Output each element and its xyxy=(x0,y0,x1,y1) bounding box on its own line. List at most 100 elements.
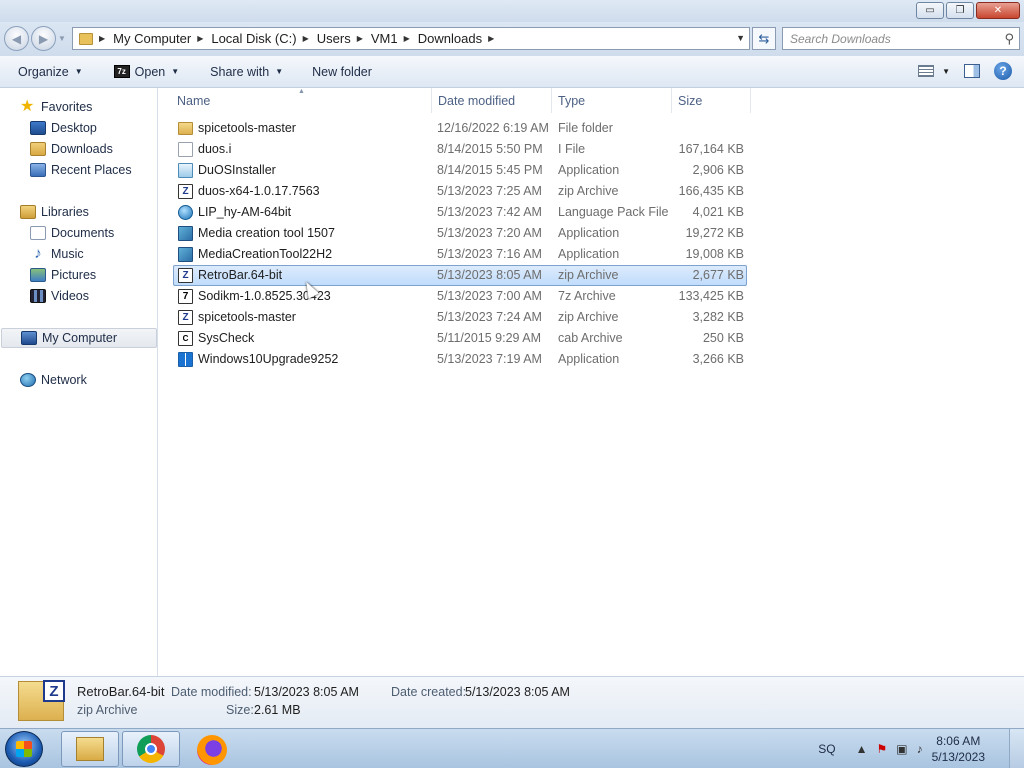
taskbar-chrome-button[interactable] xyxy=(122,731,180,767)
breadcrumb-separator-icon[interactable]: ▶ xyxy=(357,34,363,43)
file-name: DuOSInstaller xyxy=(198,163,276,177)
file-date-modified: 5/13/2023 7:42 AM xyxy=(437,205,542,219)
nav-pictures[interactable]: Pictures xyxy=(30,265,96,285)
volume-icon[interactable]: ♪ xyxy=(917,742,923,756)
breadcrumb-local-disk[interactable]: Local Disk (C:) xyxy=(211,31,296,46)
file-row[interactable]: C SysCheck 5/11/2015 9:29 AM cab Archive 250… xyxy=(173,328,747,349)
change-view-button[interactable]: ▼ xyxy=(918,65,950,77)
details-pane: Z RetroBar.64-bit zip Archive Date modif… xyxy=(0,676,1024,728)
help-icon[interactable]: ? xyxy=(994,62,1012,80)
clock[interactable]: 8:06 AM 5/13/2023 xyxy=(932,733,985,765)
media-tool-icon xyxy=(178,226,193,241)
refresh-button[interactable]: ⇆ xyxy=(752,27,776,50)
window-controls: ▭ ❐ ✕ xyxy=(916,2,1020,19)
column-header-size[interactable]: Size xyxy=(672,88,751,113)
nav-network-label: Network xyxy=(41,373,87,387)
maximize-button[interactable]: ❐ xyxy=(946,2,974,19)
libraries-icon xyxy=(20,205,36,219)
recent-pages-dropdown-icon[interactable]: ▼ xyxy=(58,34,66,43)
file-row[interactable]: duos.i 8/14/2015 5:50 PM I File 167,164 KB xyxy=(173,139,747,160)
network-icon xyxy=(20,373,36,387)
nav-documents-label: Documents xyxy=(51,226,115,240)
file-row[interactable]: Windows10Upgrade9252 5/13/2023 7:19 AM App… xyxy=(173,349,747,370)
nav-music[interactable]: ♪ Music xyxy=(30,244,83,264)
navigation-pane: ★ Favorites Desktop Downloads Recent Plac… xyxy=(0,88,158,676)
details-file-type: zip Archive xyxy=(77,703,138,717)
nav-desktop[interactable]: Desktop xyxy=(30,118,97,138)
file-row[interactable]: spicetools-master 12/16/2022 6:19 AM File … xyxy=(173,118,747,139)
chevron-down-icon: ▼ xyxy=(74,67,83,76)
file-type: zip Archive xyxy=(558,184,619,198)
open-label: Open xyxy=(134,64,166,79)
nav-recent-places[interactable]: Recent Places xyxy=(30,160,132,180)
file-row[interactable]: Zspicetools-master 5/13/2023 7:24 AM zip A… xyxy=(173,307,747,328)
zip-archive-large-icon: Z xyxy=(18,680,65,721)
nav-videos-label: Videos xyxy=(51,289,89,303)
taskbar-explorer-button[interactable] xyxy=(61,731,119,767)
preview-pane-icon[interactable] xyxy=(964,64,980,78)
videos-icon xyxy=(30,289,46,303)
7z-archive-icon: 7 xyxy=(178,289,193,304)
nav-recent-places-label: Recent Places xyxy=(51,163,132,177)
column-header-date-modified[interactable]: Date modified xyxy=(432,88,552,113)
language-indicator[interactable]: SQ xyxy=(818,742,835,756)
breadcrumb-users[interactable]: Users xyxy=(317,31,351,46)
action-center-flag-icon[interactable]: ⚑ xyxy=(877,742,888,756)
address-dropdown-icon[interactable]: ▼ xyxy=(736,33,745,43)
file-name: duos.i xyxy=(198,142,232,156)
organize-label: Organize xyxy=(18,64,69,79)
file-row[interactable]: DuOSInstaller 8/14/2015 5:45 PM Applicatio… xyxy=(173,160,747,181)
address-bar[interactable]: ▶ My Computer ▶ Local Disk (C:) ▶ Users ▶ V… xyxy=(72,27,750,50)
file-name: SysCheck xyxy=(198,331,255,345)
breadcrumb-separator-icon[interactable]: ▶ xyxy=(404,34,410,43)
file-date-modified: 5/13/2023 7:19 AM xyxy=(437,352,542,366)
minimize-button[interactable]: ▭ xyxy=(916,2,944,19)
file-row[interactable]: Zduos-x64-1.0.17.7563 5/13/2023 7:25 AM zi… xyxy=(173,181,747,202)
new-folder-button[interactable]: New folder xyxy=(292,56,381,87)
breadcrumb-separator-icon[interactable]: ▶ xyxy=(303,34,309,43)
file-row[interactable]: 7 Sodikm-1.0.8525.30423 5/13/2023 7:00 AM 7… xyxy=(173,286,747,307)
breadcrumb-downloads[interactable]: Downloads xyxy=(418,31,482,46)
nav-network[interactable]: Network xyxy=(20,370,87,390)
breadcrumb-my-computer[interactable]: My Computer xyxy=(113,31,191,46)
show-desktop-button[interactable] xyxy=(1009,729,1024,768)
file-row[interactable]: Z RetroBar.64-bit 5/13/2023 8:05 AM zip Arc… xyxy=(173,265,747,286)
show-hidden-icons-icon[interactable]: ▲ xyxy=(856,742,868,756)
organize-button[interactable]: Organize ▼ xyxy=(0,56,92,87)
breadcrumb-separator-icon[interactable]: ▶ xyxy=(99,34,105,43)
open-button[interactable]: 7z Open ▼ xyxy=(92,56,189,87)
breadcrumb-separator-icon[interactable]: ▶ xyxy=(488,34,494,43)
nav-videos[interactable]: Videos xyxy=(30,286,89,306)
file-name: MediaCreationTool22H2 xyxy=(198,247,333,261)
close-button[interactable]: ✕ xyxy=(976,2,1020,19)
back-arrow-icon: ◀ xyxy=(11,31,22,46)
nav-libraries[interactable]: Libraries xyxy=(20,202,89,222)
file-size: 133,425 KB xyxy=(678,289,744,303)
file-row[interactable]: LIP_hy-AM-64bit 5/13/2023 7:42 AM Language… xyxy=(173,202,747,223)
nav-desktop-label: Desktop xyxy=(51,121,97,135)
file-type: I File xyxy=(558,142,586,156)
file-size: 4,021 KB xyxy=(692,205,744,219)
windows-logo-icon xyxy=(16,741,32,757)
nav-my-computer[interactable]: My Computer xyxy=(1,328,157,348)
folder-icon xyxy=(79,32,93,45)
nav-downloads[interactable]: Downloads xyxy=(30,139,113,159)
column-header-type[interactable]: Type xyxy=(552,88,672,113)
file-date-modified: 8/14/2015 5:50 PM xyxy=(437,142,543,156)
file-date-modified: 5/13/2023 7:16 AM xyxy=(437,247,542,261)
search-icon[interactable]: ⚲ xyxy=(1004,31,1014,47)
application-icon xyxy=(178,163,193,178)
file-row[interactable]: MediaCreationTool22H2 5/13/2023 7:16 AM Ap… xyxy=(173,244,747,265)
start-button[interactable] xyxy=(5,731,43,767)
network-tray-icon[interactable]: ▣ xyxy=(896,742,907,756)
firefox-icon[interactable] xyxy=(197,735,227,765)
back-button[interactable]: ◀ xyxy=(4,26,29,51)
file-row[interactable]: Media creation tool 1507 5/13/2023 7:20 A… xyxy=(173,223,747,244)
nav-favorites[interactable]: ★ Favorites xyxy=(20,97,92,117)
search-input[interactable]: Search Downloads ⚲ xyxy=(782,27,1020,50)
breadcrumb-vm1[interactable]: VM1 xyxy=(371,31,398,46)
breadcrumb-separator-icon[interactable]: ▶ xyxy=(197,34,203,43)
forward-button[interactable]: ▶ xyxy=(31,26,56,51)
share-with-button[interactable]: Share with ▼ xyxy=(188,56,292,87)
nav-documents[interactable]: Documents xyxy=(30,223,114,243)
